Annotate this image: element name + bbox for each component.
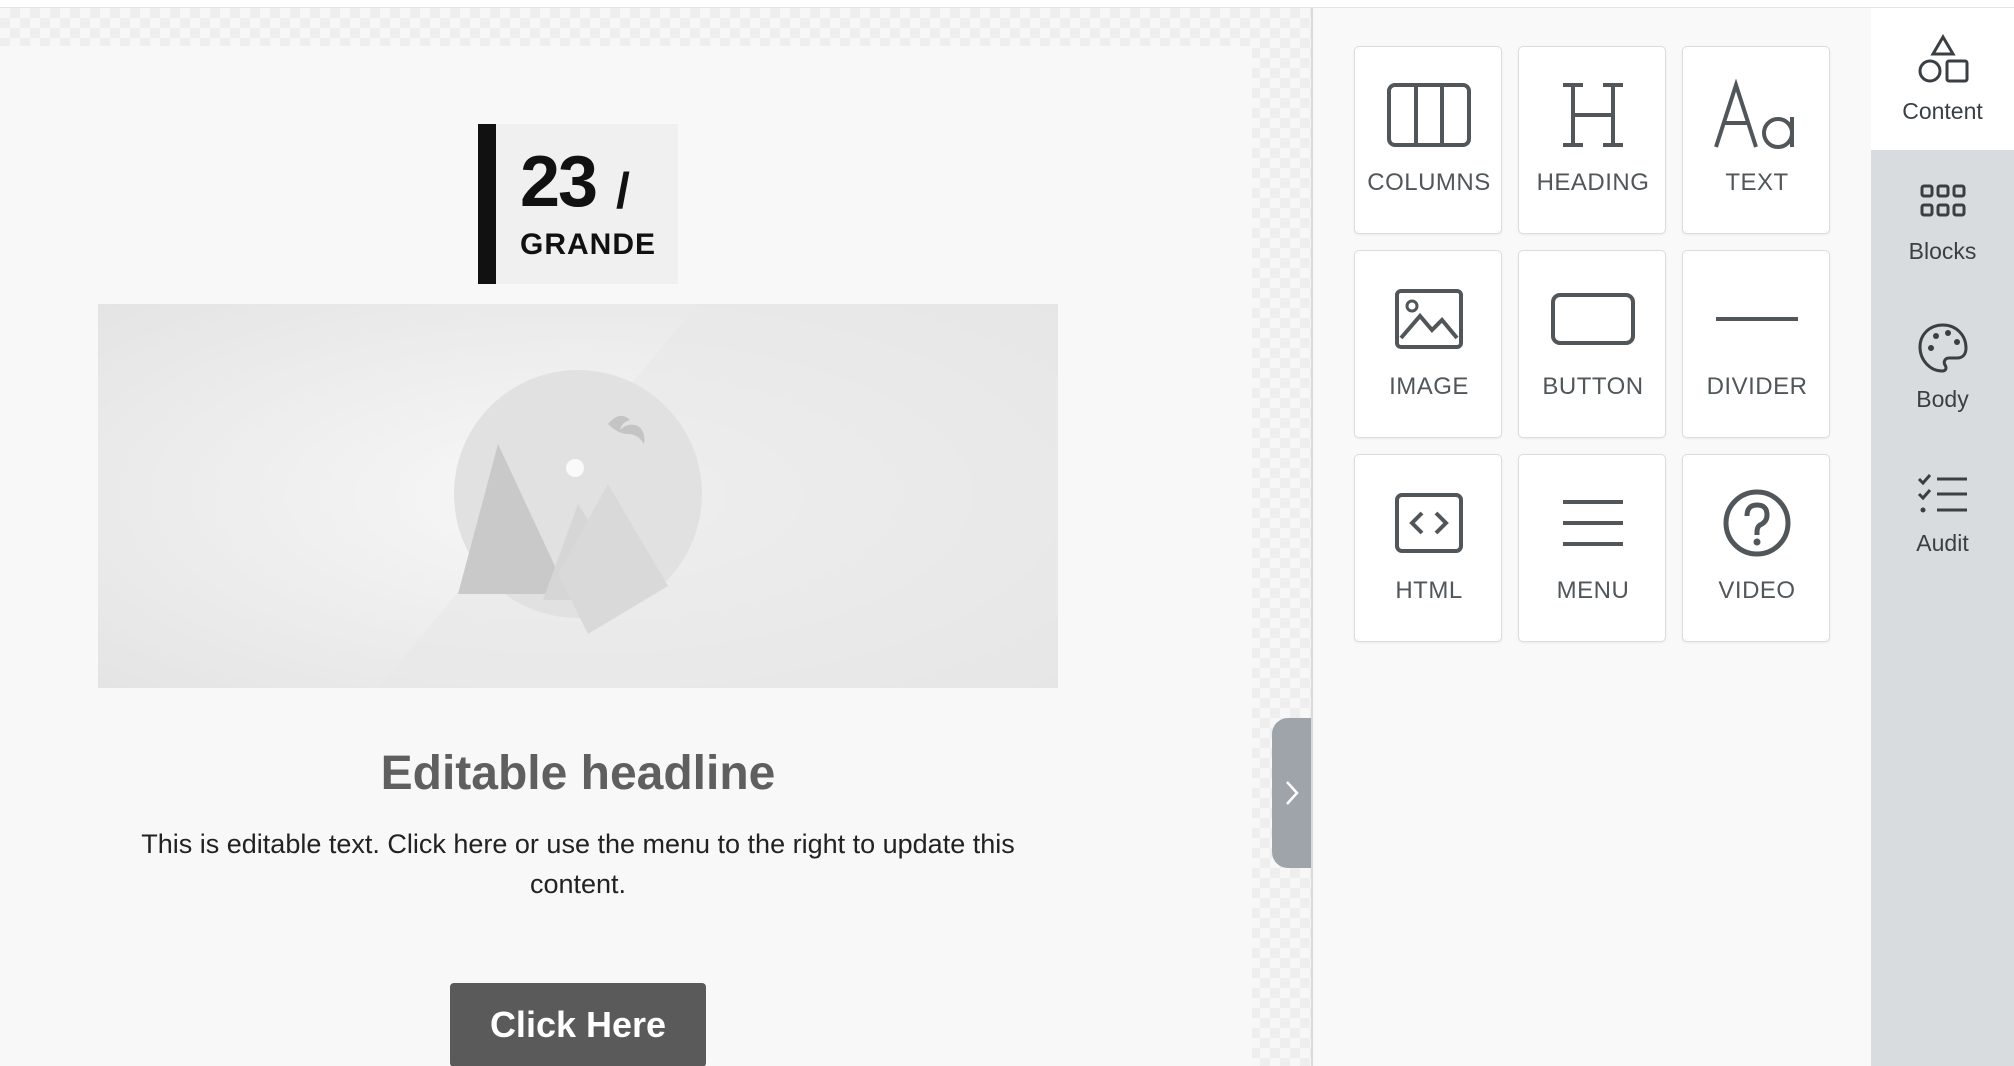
shapes-icon: [1918, 34, 1968, 83]
button-icon: [1551, 293, 1635, 345]
rail-label: Blocks: [1908, 238, 1977, 264]
html-icon: [1395, 493, 1463, 553]
headline[interactable]: Editable headline: [98, 746, 1058, 801]
logo-slash: /: [616, 163, 630, 219]
video-icon: [1723, 489, 1791, 557]
email-body[interactable]: 23 / GRANDE Editable headline This is ed…: [0, 46, 1252, 1066]
logo-bar: [478, 124, 496, 284]
rail-label: Body: [1916, 386, 1969, 412]
tool-columns[interactable]: COLUMNS: [1354, 46, 1502, 234]
columns-icon: [1387, 83, 1471, 147]
checklist-icon: [1917, 474, 1967, 513]
tool-label: IMAGE: [1389, 373, 1469, 400]
tool-label: COLUMNS: [1367, 169, 1491, 196]
menu-icon: [1563, 500, 1623, 546]
top-border: [0, 0, 2014, 8]
chevron-right-icon: [1286, 781, 1299, 805]
tool-video[interactable]: VIDEO: [1682, 454, 1830, 642]
tool-label: HEADING: [1536, 169, 1650, 196]
rail-tab-body[interactable]: Body: [1871, 292, 2014, 434]
tool-menu[interactable]: MENU: [1518, 454, 1666, 642]
tool-text[interactable]: TEXT: [1682, 46, 1830, 234]
rail-label: Content: [1902, 98, 1983, 124]
logo-number: 23: [520, 142, 598, 222]
divider-icon: [1716, 317, 1798, 321]
tool-label: DIVIDER: [1706, 373, 1808, 400]
tool-label: VIDEO: [1718, 577, 1796, 604]
heading-icon: [1563, 83, 1623, 147]
grid-icon: [1920, 184, 1965, 217]
tool-label: MENU: [1556, 577, 1630, 604]
rail-tab-blocks[interactable]: Blocks: [1871, 150, 2014, 292]
tools-panel: COLUMNS HEADING TEXT IMAGE BUTTON DIVIDE…: [1313, 8, 1871, 1066]
image-placeholder-icon: [378, 304, 1058, 688]
tool-label: HTML: [1395, 577, 1463, 604]
rail-label: Audit: [1916, 530, 1969, 556]
tool-label: BUTTON: [1542, 373, 1644, 400]
tool-heading[interactable]: HEADING: [1518, 46, 1666, 234]
tool-label: TEXT: [1725, 169, 1789, 196]
rail-tab-content[interactable]: Content: [1871, 8, 2014, 150]
collapse-panel-button[interactable]: [1272, 718, 1311, 868]
side-rail: Content Blocks Body Audit: [1871, 8, 2014, 1066]
tool-divider[interactable]: DIVIDER: [1682, 250, 1830, 438]
tool-html[interactable]: HTML: [1354, 454, 1502, 642]
text-icon: [1714, 79, 1794, 149]
email-canvas[interactable]: 23 / GRANDE Editable headline This is ed…: [0, 8, 1311, 1066]
hero-image[interactable]: [98, 304, 1058, 688]
rail-tab-audit[interactable]: Audit: [1871, 434, 2014, 576]
body-text[interactable]: This is editable text. Click here or use…: [98, 824, 1058, 904]
tool-image[interactable]: IMAGE: [1354, 250, 1502, 438]
brand-logo[interactable]: 23 / GRANDE: [478, 124, 678, 284]
image-icon: [1395, 289, 1463, 349]
tool-button[interactable]: BUTTON: [1518, 250, 1666, 438]
palette-icon: [1917, 323, 1968, 373]
logo-subtitle: GRANDE: [520, 228, 657, 261]
click-here-button[interactable]: Click Here: [450, 983, 706, 1066]
